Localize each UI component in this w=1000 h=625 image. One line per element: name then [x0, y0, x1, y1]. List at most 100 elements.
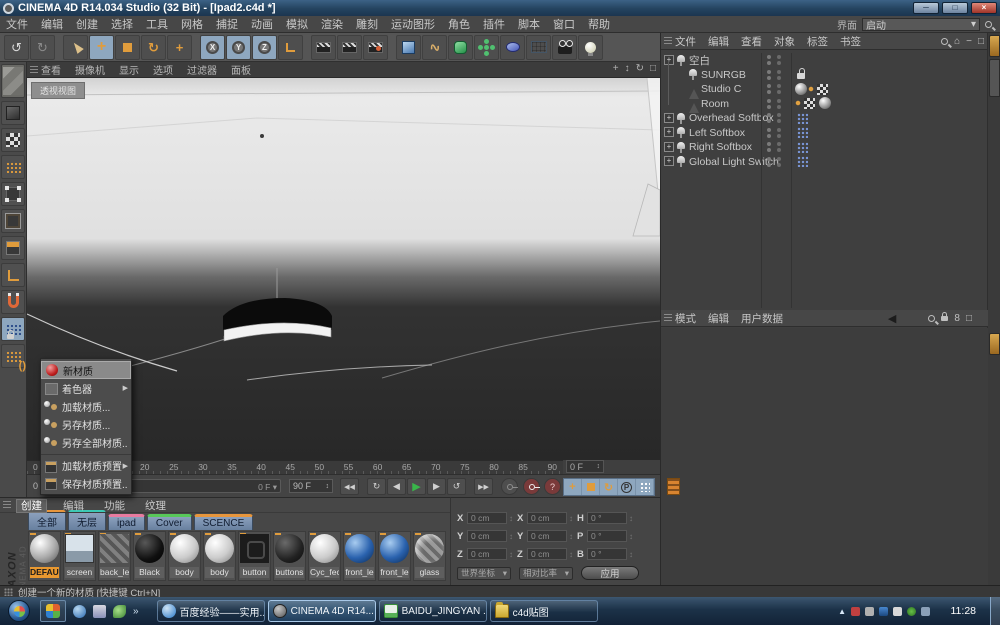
attribute-manager-menu-item[interactable]: 编辑 [708, 313, 729, 325]
material-item[interactable]: DEFAUL [28, 531, 61, 581]
minimize-button[interactable]: ─ [913, 2, 939, 14]
panel-grip[interactable] [664, 37, 672, 46]
add-deformer-button[interactable] [500, 35, 525, 60]
enable-axis-button[interactable] [1, 263, 25, 287]
cycle-button[interactable]: ↺ [447, 478, 466, 495]
model-mode-button[interactable] [1, 101, 25, 125]
position-field[interactable]: 0 cm [467, 530, 507, 542]
view-label-chip[interactable]: 透视视图 [31, 82, 85, 99]
taskbar-button[interactable]: c4d贴图 [490, 600, 598, 622]
next-key-button[interactable]: ▶ [427, 478, 446, 495]
render-settings-button[interactable] [363, 35, 388, 60]
panel-grip[interactable] [3, 501, 11, 509]
play-button[interactable]: ▶ [407, 478, 426, 495]
previous-key-button[interactable]: ◀ [387, 478, 406, 495]
quick-launch-pinned[interactable] [40, 600, 66, 622]
expand-icon[interactable] [664, 114, 675, 123]
title-bar[interactable]: CINEMA 4D R14.034 Studio (32 Bit) - [Ipa… [0, 0, 1000, 16]
home-icon[interactable]: ⌂ [954, 36, 960, 47]
material-item[interactable]: glass [413, 531, 446, 581]
apply-button[interactable]: 应用 [581, 566, 639, 580]
overflow-chevron[interactable]: » [133, 606, 139, 617]
window-icon[interactable]: □ [978, 36, 984, 47]
popup-menu-item[interactable]: 加载材质... [41, 397, 131, 415]
tray-icon[interactable] [893, 607, 902, 616]
viewport-menu-item[interactable]: 过滤器 [187, 66, 217, 77]
object-row[interactable]: Left Softbox [661, 126, 983, 141]
dock-tab-content-browser[interactable] [989, 59, 1000, 97]
make-editable-button[interactable] [1, 64, 25, 98]
tray-icon[interactable] [851, 607, 860, 616]
material-item[interactable]: Black [133, 531, 166, 581]
menu-item[interactable]: 工具 [146, 19, 168, 31]
material-layer-tab[interactable]: Cover [147, 514, 192, 530]
dock-tab-attributes[interactable] [989, 333, 1000, 355]
object-row[interactable]: Overhead Softbox [661, 111, 983, 126]
maximize-button[interactable]: □ [942, 2, 968, 14]
menu-item[interactable]: 创建 [76, 19, 98, 31]
object-manager-menu-item[interactable]: 编辑 [708, 36, 729, 48]
collapse-icon[interactable]: − [966, 36, 972, 47]
key-scale-toggle[interactable] [582, 479, 600, 495]
material-menu-item[interactable]: 编辑 [59, 500, 88, 512]
close-button[interactable]: × [971, 2, 997, 14]
visibility-dots[interactable] [765, 112, 791, 124]
window-icon[interactable]: □ [966, 313, 972, 324]
object-manager-menu-item[interactable]: 查看 [741, 36, 762, 48]
add-subdivision-surface-button[interactable] [448, 35, 473, 60]
tray-shield-icon[interactable] [879, 607, 888, 616]
object-manager-menu-item[interactable]: 对象 [774, 36, 795, 48]
show-desktop-button[interactable] [990, 597, 1000, 625]
coordinate-system-dropdown[interactable]: 世界坐标▾ [457, 567, 511, 580]
pan-view-icon[interactable]: + [613, 63, 619, 74]
keyframe-selection-icon[interactable] [667, 478, 680, 495]
rotate-view-icon[interactable]: ↻ [636, 63, 644, 74]
key-pla-toggle[interactable] [636, 479, 654, 495]
material-menu-item[interactable]: 纹理 [141, 500, 170, 512]
undo-button[interactable]: ↺ [4, 35, 29, 60]
zoom-view-icon[interactable]: ↕ [625, 63, 630, 74]
search-icon[interactable] [941, 38, 948, 45]
visibility-dots[interactable] [765, 127, 791, 139]
menu-item[interactable]: 运动图形 [391, 19, 435, 31]
edge-mode-button[interactable] [1, 209, 25, 233]
menu-item[interactable]: 文件 [6, 19, 28, 31]
object-tags[interactable] [795, 68, 855, 81]
move-tool[interactable]: + [89, 35, 114, 60]
panel-grip[interactable] [664, 314, 672, 323]
material-menu-item[interactable]: 功能 [100, 500, 129, 512]
texture-mode-button[interactable] [1, 128, 25, 152]
material-item[interactable]: body [168, 531, 201, 581]
add-camera-button[interactable] [552, 35, 577, 60]
visibility-dots[interactable] [765, 156, 791, 168]
lock-x-axis[interactable]: X [200, 35, 225, 60]
rotation-field[interactable]: 0 ° [587, 512, 627, 524]
explorer-icon[interactable] [93, 605, 106, 618]
taskbar-button[interactable]: 百度经验——实用... [157, 600, 265, 622]
interface-dropdown[interactable]: 启动▾ [862, 18, 980, 31]
object-manager-menu-item[interactable]: 文件 [675, 36, 696, 48]
add-cube-button[interactable] [396, 35, 421, 60]
expand-icon[interactable] [664, 157, 675, 166]
object-row[interactable]: Global Light Switch [661, 155, 983, 170]
lock-icon[interactable] [941, 316, 948, 321]
scale-tool[interactable] [115, 35, 140, 60]
rotation-field[interactable]: 0 ° [587, 530, 627, 542]
menu-item[interactable]: 网格 [181, 19, 203, 31]
material-item[interactable]: body [203, 531, 236, 581]
size-field[interactable]: 0 cm [527, 548, 567, 560]
tray-update-icon[interactable] [907, 607, 916, 616]
search-icon[interactable] [928, 315, 935, 322]
autokey-button[interactable]: ? [544, 478, 561, 495]
loop-mode-button[interactable]: ↻ [367, 478, 386, 495]
end-frame-field[interactable]: 90 F↕ [289, 479, 333, 493]
visibility-dots[interactable] [765, 83, 791, 95]
tray-icon[interactable] [865, 607, 874, 616]
key-parameter-toggle[interactable]: P [618, 479, 636, 495]
object-tags[interactable] [795, 141, 855, 154]
attribute-manager-menu-item[interactable]: 模式 [675, 313, 696, 325]
viewport-menu-item[interactable]: 选项 [153, 66, 173, 77]
object-row[interactable]: Right Softbox [661, 140, 983, 155]
app-icon[interactable] [113, 605, 126, 618]
menu-item[interactable]: 编辑 [41, 19, 63, 31]
